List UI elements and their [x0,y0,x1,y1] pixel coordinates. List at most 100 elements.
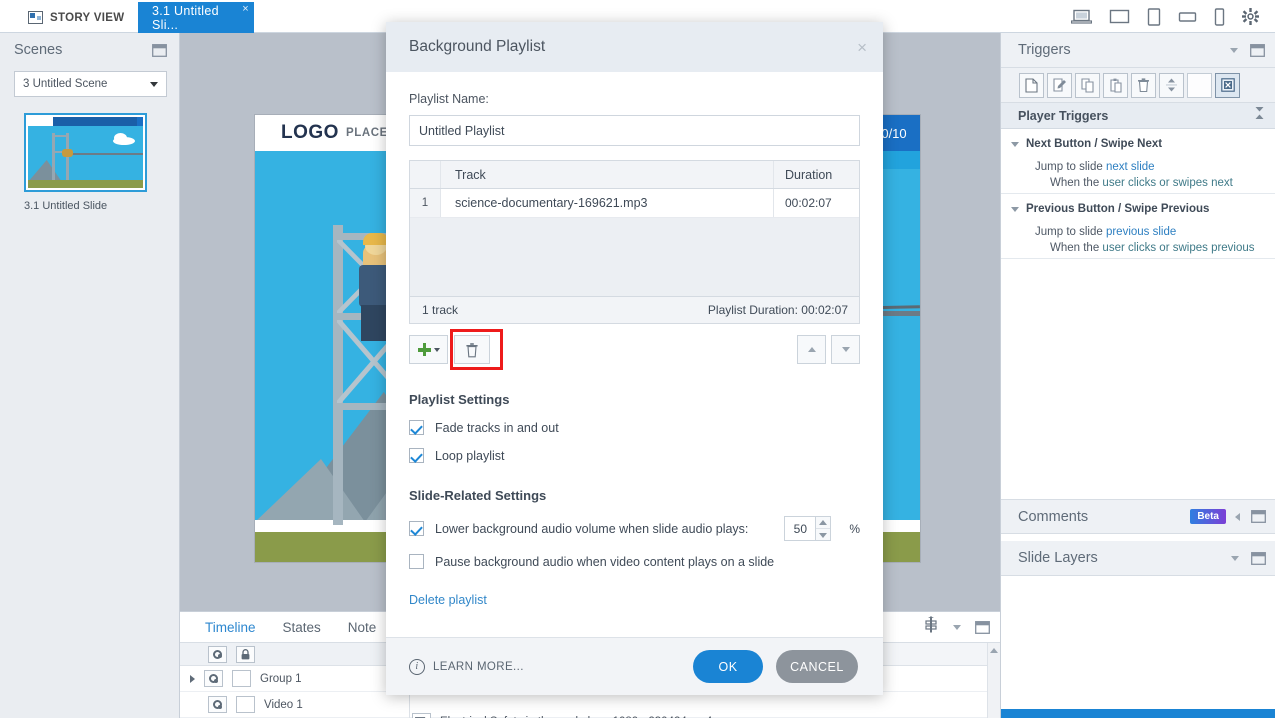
chevron-down-icon[interactable] [953,624,961,630]
loop-playlist-row[interactable]: Loop playlist [409,448,860,463]
blank-icon[interactable] [1187,72,1212,98]
loop-playlist-checkbox[interactable] [409,448,424,463]
tab-notes[interactable]: Note [348,620,377,635]
close-icon[interactable]: × [242,4,249,15]
timeline-options-icon[interactable] [923,616,939,638]
stepper-down-icon[interactable] [816,529,830,541]
trigger-action-prefix: Jump to slide [1035,226,1106,238]
desktop-icon[interactable] [1109,9,1130,24]
new-trigger-icon[interactable] [1019,72,1044,98]
trigger-panel-icon[interactable] [1215,72,1240,98]
volume-stepper[interactable]: 50 [784,516,832,541]
story-view-icon [28,11,43,24]
delete-playlist-link[interactable]: Delete playlist [409,593,860,607]
panel-collapse-icon[interactable] [1250,43,1265,57]
chevron-down-icon[interactable] [1011,141,1019,147]
chevron-down-icon[interactable] [1231,555,1239,561]
move-down-button[interactable] [831,335,860,364]
trigger-action[interactable]: Jump to slide previous slide [1001,226,1275,238]
trigger-condition-target[interactable]: previous [1211,242,1254,254]
tab-states[interactable]: States [283,620,321,635]
phone-icon[interactable] [1214,7,1225,26]
chevron-down-icon[interactable] [1011,206,1019,212]
video-icon[interactable] [412,713,431,718]
tab-timeline[interactable]: Timeline [205,620,256,635]
ok-button[interactable]: OK [693,650,763,683]
delete-trigger-icon[interactable] [1131,72,1156,98]
timeline-row[interactable]: Group 1 [180,666,409,692]
chevron-down-icon[interactable] [1230,47,1238,53]
lock-icon[interactable] [236,645,255,663]
pause-video-row[interactable]: Pause background audio when video conten… [409,554,860,569]
dialog-body: Playlist Name: Untitled Playlist Track D… [386,72,883,607]
trigger-condition[interactable]: When the user clicks or swipes next [1001,177,1275,189]
fade-tracks-checkbox[interactable] [409,420,424,435]
volume-value[interactable]: 50 [784,516,816,541]
trigger-action-target[interactable]: next slide [1106,161,1155,173]
table-row[interactable]: 1 science-documentary-169621.mp3 00:02:0… [410,189,859,218]
learn-more-link[interactable]: i LEARN MORE... [409,658,524,675]
laptop-icon[interactable] [1071,9,1092,24]
slide-thumbnail[interactable] [24,113,147,192]
panel-collapse-icon[interactable] [1251,510,1266,523]
column-header-track: Track [441,161,774,188]
cancel-button[interactable]: CANCEL [776,650,858,683]
add-track-button[interactable] [409,335,448,364]
panel-collapse-icon[interactable] [1251,551,1266,565]
trigger-condition-target[interactable]: next [1211,177,1233,189]
move-up-button[interactable] [797,335,826,364]
timeline-video-track[interactable]: Electrical Safety in the workplace-1080p… [412,713,712,718]
triggers-toolbar [1001,68,1275,103]
panel-collapse-icon[interactable] [975,620,990,634]
timeline-scrollbar[interactable] [987,643,1000,718]
scenes-header: Scenes [0,33,179,67]
scroll-up-icon[interactable] [990,648,998,653]
chevron-left-icon[interactable] [1235,512,1240,521]
tab-story-view[interactable]: STORY VIEW [14,2,138,33]
chevron-down-icon [150,81,158,87]
timeline-row[interactable]: Video 1 [180,692,409,718]
delete-track-button[interactable] [454,335,490,364]
lower-volume-checkbox[interactable] [409,521,424,536]
panel-collapse-icon[interactable] [152,43,167,57]
dialog-footer: i LEARN MORE... OK CANCEL [386,637,883,695]
comments-header[interactable]: Comments Beta [1001,499,1275,534]
playlist-name-input[interactable]: Untitled Playlist [409,115,860,146]
close-icon[interactable]: × [857,39,867,56]
scene-select[interactable]: 3 Untitled Scene [14,71,167,97]
tablet-portrait-icon[interactable] [1147,7,1161,26]
trigger-group-header[interactable]: Next Button / Swipe Next [1001,134,1275,154]
lock-toggle-icon[interactable] [236,696,255,713]
paste-trigger-icon[interactable] [1103,72,1128,98]
eye-icon[interactable] [208,645,227,663]
trigger-condition[interactable]: When the user clicks or swipes previous [1001,242,1275,254]
bottom-accent-bar [1001,709,1275,718]
trigger-action-target[interactable]: previous slide [1106,226,1176,238]
fade-tracks-row[interactable]: Fade tracks in and out [409,420,860,435]
row-duration: 00:02:07 [785,196,832,210]
dialog-title: Background Playlist [409,38,546,55]
track-toolbar [409,329,860,370]
reorder-trigger-icon[interactable] [1159,72,1184,98]
scenes-panel: Scenes 3 Untitled Scene 3.1 Untitled Sli… [0,33,180,718]
eye-icon[interactable] [208,696,227,713]
trigger-action[interactable]: Jump to slide next slide [1001,161,1275,173]
tab-slide[interactable]: 3.1 Untitled Sli... × [138,2,254,33]
slide-layers-header[interactable]: Slide Layers [1001,541,1275,576]
eye-icon[interactable] [204,670,223,687]
lower-volume-row[interactable]: Lower background audio volume when slide… [409,516,860,541]
lower-volume-label: Lower background audio volume when slide… [435,521,749,536]
trigger-group-header[interactable]: Previous Button / Swipe Previous [1001,199,1275,219]
gear-icon[interactable] [1242,8,1259,25]
edit-trigger-icon[interactable] [1047,72,1072,98]
copy-trigger-icon[interactable] [1075,72,1100,98]
lock-toggle-icon[interactable] [232,670,251,687]
expand-icon[interactable] [190,674,195,683]
stepper-up-icon[interactable] [816,517,831,529]
tablet-landscape-icon[interactable] [1178,10,1197,23]
pause-video-checkbox[interactable] [409,554,424,569]
fade-tracks-label: Fade tracks in and out [435,420,559,435]
trigger-condition-mid: user clicks or swipes [1102,242,1212,254]
collapse-all-icon[interactable] [1254,106,1265,125]
slide-thumbnail-art [28,117,143,188]
